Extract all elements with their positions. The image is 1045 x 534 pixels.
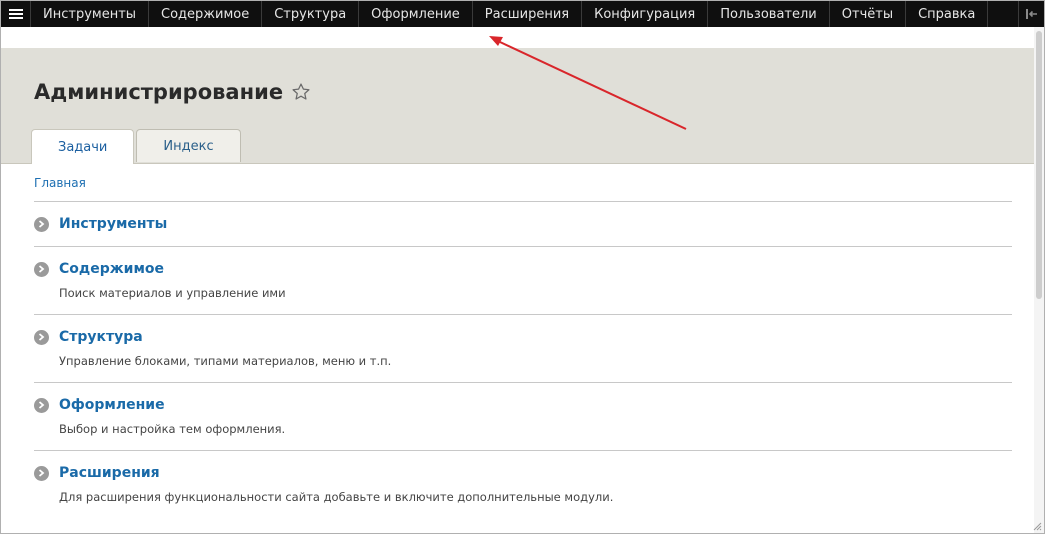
- toolbar-item-tools[interactable]: Инструменты: [31, 1, 150, 27]
- vertical-scrollbar[interactable]: [1034, 27, 1044, 533]
- item-description: Поиск материалов и управление ими: [59, 286, 286, 300]
- scrollbar-thumb[interactable]: [1036, 31, 1042, 299]
- toolbar-item-structure[interactable]: Структура: [262, 1, 360, 27]
- page-header: Администрирование Задачи Индекс: [1, 48, 1034, 164]
- item-link-tools[interactable]: Инструменты: [59, 216, 167, 232]
- chevron-right-icon: [34, 397, 49, 413]
- list-item: Оформление Выбор и настройка тем оформле…: [34, 383, 1012, 451]
- chevron-right-icon: [34, 216, 49, 232]
- tab-index[interactable]: Индекс: [136, 129, 241, 162]
- item-description: Выбор и настройка тем оформления.: [59, 422, 286, 436]
- item-link-structure[interactable]: Структура: [59, 329, 143, 345]
- star-icon[interactable]: [291, 82, 311, 102]
- toolbar-item-people[interactable]: Пользователи: [708, 1, 830, 27]
- item-description: Для расширения функциональности сайта до…: [59, 490, 614, 504]
- admin-list: Инструменты Содержимое Поиск материалов …: [34, 201, 1012, 518]
- toolbar-item-reports[interactable]: Отчёты: [830, 1, 907, 27]
- item-link-extend[interactable]: Расширения: [59, 465, 160, 481]
- toolbar-item-configuration[interactable]: Конфигурация: [582, 1, 709, 27]
- main-content: Главная Инструменты Содержимое Поиск мат…: [34, 176, 1012, 518]
- page-title: Администрирование: [34, 80, 311, 104]
- toolbar-item-help[interactable]: Справка: [906, 1, 989, 27]
- item-link-appearance[interactable]: Оформление: [59, 397, 165, 413]
- toolbar-item-content[interactable]: Содержимое: [149, 1, 263, 27]
- chevron-right-icon: [34, 329, 49, 345]
- list-item: Инструменты: [34, 202, 1012, 247]
- toolbar-orientation-icon[interactable]: [1018, 1, 1044, 27]
- item-description: Управление блоками, типами материалов, м…: [59, 354, 392, 368]
- menu-icon[interactable]: [1, 1, 31, 27]
- breadcrumb[interactable]: Главная: [34, 176, 1012, 190]
- admin-toolbar: Инструменты Содержимое Структура Оформле…: [1, 1, 1044, 27]
- list-item: Структура Управление блоками, типами мат…: [34, 315, 1012, 383]
- tab-tasks[interactable]: Задачи: [31, 129, 135, 164]
- list-item: Содержимое Поиск материалов и управление…: [34, 247, 1012, 315]
- page-title-text: Администрирование: [34, 80, 284, 104]
- resize-grip-icon[interactable]: [1032, 521, 1042, 531]
- chevron-right-icon: [34, 465, 49, 481]
- toolbar-item-extend[interactable]: Расширения: [473, 1, 583, 27]
- primary-tabs: Задачи Индекс: [31, 129, 241, 164]
- toolbar-item-appearance[interactable]: Оформление: [359, 1, 473, 27]
- chevron-right-icon: [34, 261, 49, 277]
- list-item: Расширения Для расширения функциональнос…: [34, 451, 1012, 518]
- item-link-content[interactable]: Содержимое: [59, 261, 164, 277]
